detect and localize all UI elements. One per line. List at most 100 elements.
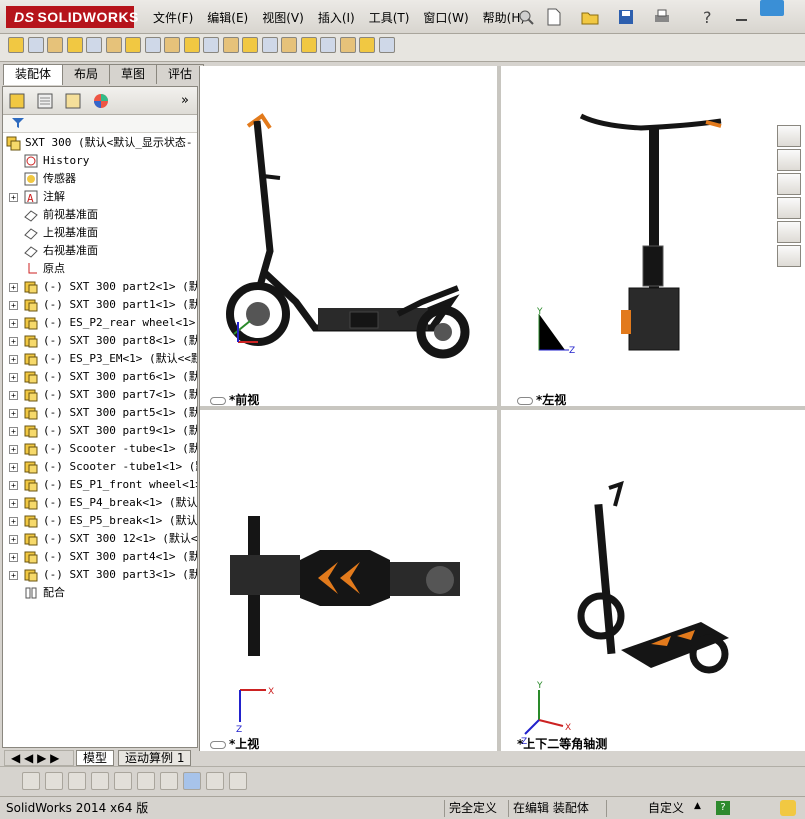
expand-icon[interactable]: + xyxy=(9,373,18,382)
expand-icon[interactable]: + xyxy=(9,499,18,508)
reference-geometry-icon[interactable] xyxy=(242,37,258,53)
pin-icon[interactable] xyxy=(516,7,536,27)
expand-icon[interactable]: + xyxy=(9,445,18,454)
view-palette-icon[interactable] xyxy=(777,197,801,219)
viewport-dimetric[interactable]: Y X Z *上下二等角轴测 xyxy=(501,410,805,751)
rebuild-all-icon[interactable] xyxy=(22,772,40,790)
tab-2[interactable]: 草图 xyxy=(109,64,158,84)
units-dropdown-icon[interactable]: ▲ xyxy=(694,801,701,811)
tab-0[interactable]: 装配体 xyxy=(3,64,64,85)
save-icon[interactable] xyxy=(616,7,636,27)
tree-item[interactable]: + (-) SXT 300 part9<1> (默认< xyxy=(3,422,197,440)
expand-panel-icon[interactable]: » xyxy=(181,93,189,108)
align-icon[interactable] xyxy=(114,772,132,790)
interference-icon[interactable] xyxy=(339,37,356,53)
rebuild-icon[interactable] xyxy=(47,37,63,53)
expand-icon[interactable]: + xyxy=(9,283,18,292)
configuration-manager-icon[interactable] xyxy=(63,91,83,111)
tree-item[interactable]: + (-) SXT 300 part6<1> (默认< xyxy=(3,368,197,386)
expand-icon[interactable]: + xyxy=(9,409,18,418)
filter-icon[interactable] xyxy=(11,117,25,129)
display-icon[interactable] xyxy=(359,37,375,53)
bill-of-materials-icon[interactable] xyxy=(281,37,297,53)
expand-icon[interactable]: + xyxy=(9,535,18,544)
tree-item[interactable]: 传感器 xyxy=(3,170,197,188)
open-folder-icon[interactable] xyxy=(580,7,600,27)
tab-3[interactable]: 评估 xyxy=(156,64,205,84)
tree-item[interactable]: + (-) ES_P4_break<1> (默认< xyxy=(3,494,197,512)
appearances-icon[interactable] xyxy=(777,221,801,243)
tree-item[interactable]: + (-) SXT 300 part3<1> (默认< xyxy=(3,566,197,584)
new-document-icon[interactable] xyxy=(544,7,564,27)
minimize-window-icon[interactable] xyxy=(732,7,752,27)
menu-item-5[interactable]: 窗口(W) xyxy=(416,8,475,28)
menu-item-0[interactable]: 文件(F) xyxy=(146,8,200,28)
notification-icon[interactable] xyxy=(780,800,796,816)
tree-item[interactable]: + (-) SXT 300 part1<1> (默认< xyxy=(3,296,197,314)
tree-item[interactable]: 右视基准面 xyxy=(3,242,197,260)
expand-icon[interactable]: + xyxy=(9,337,18,346)
expand-icon[interactable]: + xyxy=(9,463,18,472)
tree-item[interactable]: + (-) SXT 300 part7<1> (默认< xyxy=(3,386,197,404)
expand-icon[interactable]: + xyxy=(9,391,18,400)
design-library-icon[interactable] xyxy=(777,149,801,171)
zoom-icon[interactable] xyxy=(91,772,109,790)
single-view-icon[interactable] xyxy=(160,772,178,790)
menu-item-3[interactable]: 插入(I) xyxy=(311,8,362,28)
tree-root[interactable]: SXT 300 (默认<默认_显示状态- xyxy=(3,134,197,152)
snapshot-icon[interactable] xyxy=(378,37,395,53)
menu-item-4[interactable]: 工具(T) xyxy=(362,8,417,28)
tab-motion-study[interactable]: 运动算例 1 xyxy=(118,750,192,766)
tree-item[interactable]: + (-) ES_P3_EM<1> (默认<<默 xyxy=(3,350,197,368)
hide-show-icon[interactable] xyxy=(203,37,219,53)
assembly-features-icon[interactable] xyxy=(222,37,239,53)
file-explorer-icon[interactable] xyxy=(777,173,801,195)
feature-tree-icon[interactable] xyxy=(7,91,27,111)
insert-component-icon[interactable] xyxy=(105,37,122,53)
home-icon[interactable] xyxy=(777,125,801,147)
move-component-icon[interactable] xyxy=(183,37,200,53)
tab-scroll-arrows[interactable]: ◀ ◀ ▶ ▶ xyxy=(4,750,74,766)
tree-item[interactable]: + A 注解 xyxy=(3,188,197,206)
tree-item[interactable]: + (-) Scooter -tube1<1> (默认 xyxy=(3,458,197,476)
tree-item[interactable]: + (-) SXT 300 part5<1> (默认< xyxy=(3,404,197,422)
open-icon[interactable] xyxy=(27,37,44,53)
four-view-icon[interactable] xyxy=(229,772,247,790)
tree-item[interactable]: + (-) ES_P5_break<1> (默认< xyxy=(3,512,197,530)
expand-icon[interactable]: + xyxy=(9,553,18,562)
tree-item[interactable]: + (-) SXT 300 part4<1> (默认< xyxy=(3,548,197,566)
menu-item-2[interactable]: 视图(V) xyxy=(255,8,311,28)
two-view-horizontal-icon[interactable] xyxy=(183,772,201,790)
component-icon[interactable] xyxy=(86,37,102,53)
expand-icon[interactable]: + xyxy=(9,427,18,436)
tree-item[interactable]: + (-) ES_P2_rear wheel<1> ( xyxy=(3,314,197,332)
show-all-icon[interactable] xyxy=(68,772,86,790)
tree-item[interactable]: 配合 xyxy=(3,584,197,602)
filter-bar[interactable] xyxy=(3,115,197,133)
expand-icon[interactable]: + xyxy=(9,517,18,526)
viewport-top[interactable]: X Z *上视 xyxy=(200,410,497,751)
viewport-left[interactable]: Y Z *左视 xyxy=(501,66,805,407)
expand-icon[interactable]: + xyxy=(9,301,18,310)
viewport-front[interactable]: *前视 xyxy=(200,66,497,407)
tree-item[interactable]: 前视基准面 xyxy=(3,206,197,224)
property-manager-icon[interactable] xyxy=(35,91,55,111)
expand-icon[interactable]: + xyxy=(9,571,18,580)
expand-icon[interactable]: + xyxy=(9,193,18,202)
tree-item[interactable]: + (-) SXT 300 12<1> (默认<< xyxy=(3,530,197,548)
status-units[interactable]: 自定义 xyxy=(606,800,706,817)
print-icon[interactable] xyxy=(652,7,672,27)
new-part-icon[interactable] xyxy=(8,37,24,53)
grid-icon[interactable] xyxy=(137,772,155,790)
expand-icon[interactable]: + xyxy=(9,319,18,328)
menu-item-1[interactable]: 编辑(E) xyxy=(200,8,255,28)
tree-item[interactable]: + (-) SXT 300 part8<1> (默认< xyxy=(3,332,197,350)
tree-item[interactable]: + (-) Scooter -tube<1> (默认< xyxy=(3,440,197,458)
linear-pattern-icon[interactable] xyxy=(144,37,161,53)
options-icon[interactable] xyxy=(66,37,83,53)
tree-item[interactable]: History xyxy=(3,152,197,170)
cloud-icon[interactable] xyxy=(760,0,784,16)
custom-properties-icon[interactable] xyxy=(777,245,801,267)
tree-item[interactable]: 上视基准面 xyxy=(3,224,197,242)
two-view-vertical-icon[interactable] xyxy=(206,772,224,790)
